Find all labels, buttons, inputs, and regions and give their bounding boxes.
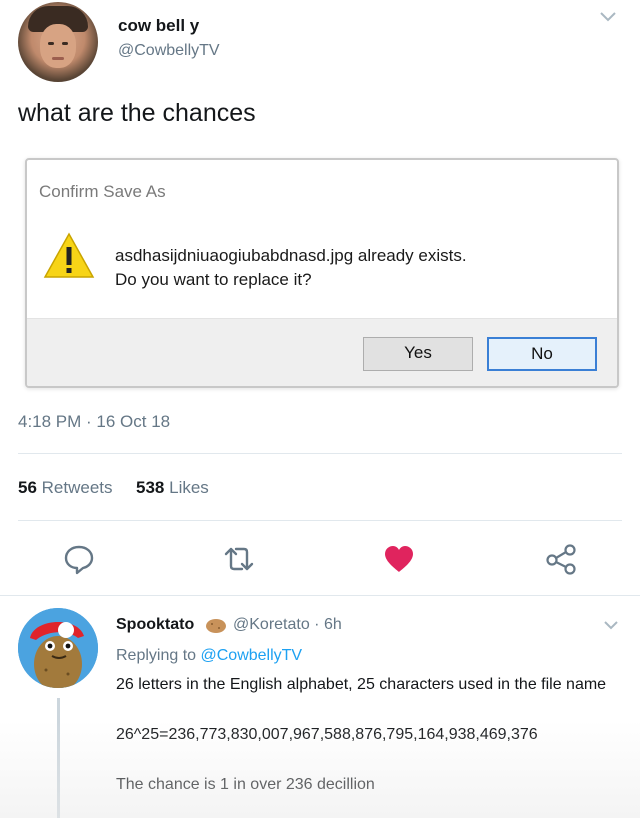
reply-tweet: Spooktato @Koretato · 6h Replying to @Co…: [0, 598, 640, 818]
dialog-footer: Yes No: [27, 318, 617, 386]
no-button[interactable]: No: [487, 337, 597, 371]
tweet-timestamp[interactable]: 4:18 PM · 16 Oct 18: [18, 412, 170, 432]
reply-text-line: 26 letters in the English alphabet, 25 c…: [116, 676, 607, 693]
thread-line: [57, 698, 60, 818]
author-handle[interactable]: @CowbellyTV: [118, 42, 220, 60]
tweet-text: what are the chances: [18, 99, 256, 127]
replying-to: Replying to @CowbellyTV: [116, 647, 302, 665]
dialog-title: Confirm Save As: [39, 182, 166, 201]
share-icon[interactable]: [544, 542, 578, 576]
reply-icon[interactable]: [62, 542, 96, 576]
confirm-save-dialog: Confirm Save As asdhasijdniuaogiubabdnas…: [25, 158, 619, 388]
dialog-message-line1: asdhasijdniuaogiubabdnasd.jpg already ex…: [115, 246, 467, 265]
retweet-icon[interactable]: [222, 542, 256, 576]
likes-label[interactable]: Likes: [169, 478, 209, 497]
potato-icon: [206, 619, 226, 633]
divider: [18, 453, 622, 454]
replying-to-prefix: Replying to: [116, 647, 197, 664]
chevron-down-icon[interactable]: [603, 620, 619, 632]
author-display-name[interactable]: cow bell y: [118, 16, 199, 36]
yes-button[interactable]: Yes: [363, 337, 473, 371]
like-icon[interactable]: [382, 542, 416, 576]
reply-display-name[interactable]: Spooktato: [116, 616, 194, 634]
retweets-label[interactable]: Retweets: [42, 478, 113, 497]
replying-to-handle[interactable]: @CowbellyTV: [201, 647, 303, 664]
chevron-down-icon[interactable]: [598, 10, 618, 24]
dialog-message-line2: Do you want to replace it?: [115, 270, 312, 289]
tweet-header: cow bell y @CowbellyTV: [0, 0, 640, 90]
dialog-message: asdhasijdniuaogiubabdnasd.jpg already ex…: [115, 244, 467, 292]
avatar[interactable]: [18, 608, 98, 688]
reply-text: 26 letters in the English alphabet, 25 c…: [116, 672, 616, 818]
divider: [18, 520, 622, 521]
reply-text-line: The chance is 1 in over 236 decillion: [116, 776, 375, 793]
likes-count[interactable]: 538: [136, 478, 164, 497]
avatar[interactable]: [18, 2, 98, 82]
tweet-actions: [0, 536, 640, 580]
warning-icon: [43, 232, 95, 278]
retweets-count[interactable]: 56: [18, 478, 37, 497]
divider: [0, 595, 640, 596]
tweet-stats: 56 Retweets 538 Likes: [18, 478, 209, 498]
reply-text-line: 26^25=236,773,830,007,967,588,876,795,16…: [116, 726, 538, 743]
reply-handle-time[interactable]: @Koretato · 6h: [233, 616, 342, 634]
